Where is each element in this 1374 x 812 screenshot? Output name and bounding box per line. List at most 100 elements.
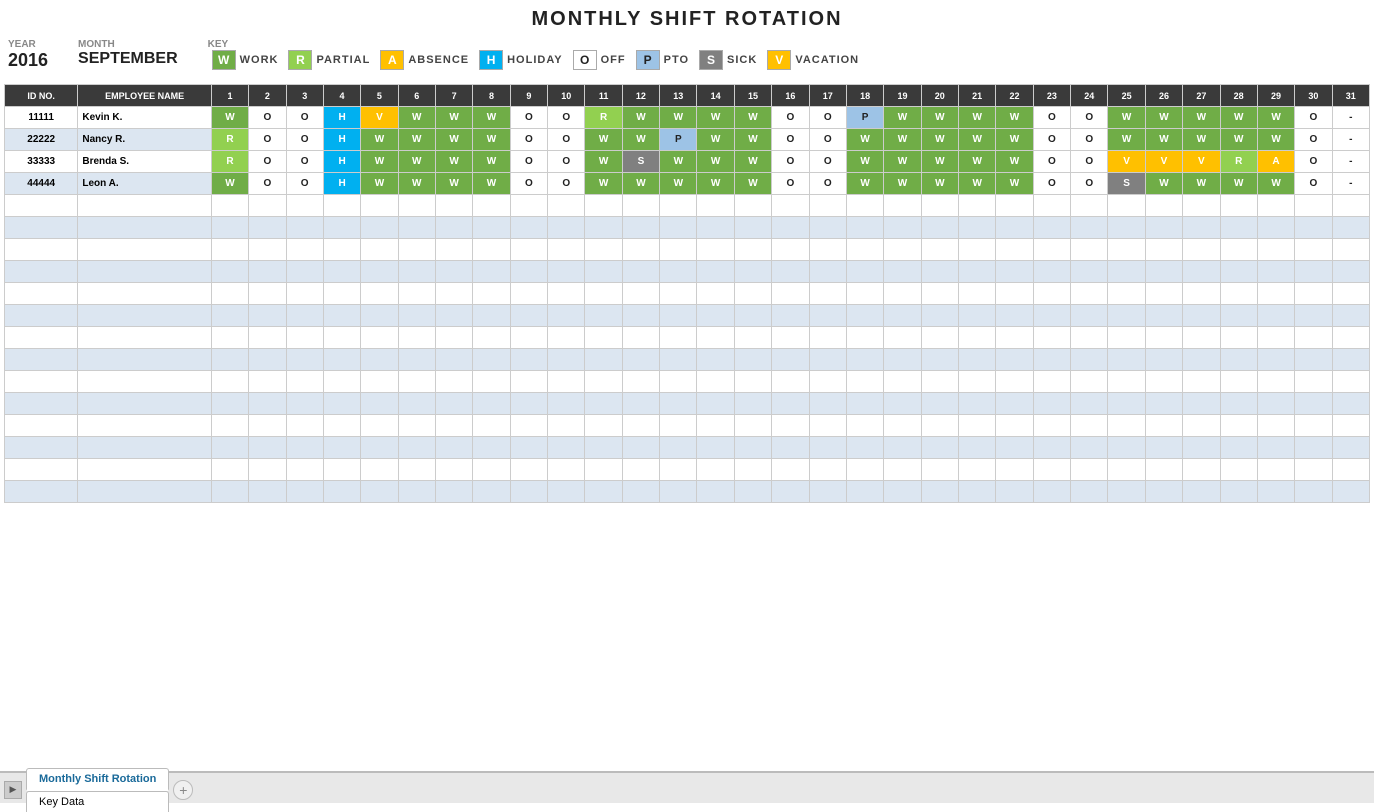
empty-cell — [1183, 349, 1220, 371]
col-header-day-3: 3 — [286, 85, 323, 107]
empty-cell — [249, 327, 286, 349]
empty-cell — [846, 393, 883, 415]
day-cell-11: W — [585, 129, 622, 151]
empty-cell — [1183, 371, 1220, 393]
col-header-day-5: 5 — [361, 85, 398, 107]
empty-cell — [510, 217, 547, 239]
empty-cell — [958, 239, 995, 261]
day-cell-28: W — [1220, 129, 1257, 151]
empty-cell — [249, 349, 286, 371]
empty-cell — [249, 195, 286, 217]
empty-cell — [1332, 349, 1369, 371]
empty-cell — [734, 393, 771, 415]
day-cell-12: W — [622, 107, 659, 129]
empty-cell — [435, 437, 472, 459]
empty-cell — [211, 217, 248, 239]
empty-cell — [5, 415, 78, 437]
table-row-empty — [5, 481, 1370, 503]
empty-cell — [361, 239, 398, 261]
empty-cell — [846, 195, 883, 217]
employee-name: Kevin K. — [78, 107, 211, 129]
tab-nav-button[interactable]: ▶ — [4, 781, 22, 799]
legend-label-p: PTO — [664, 54, 689, 66]
day-cell-6: W — [398, 173, 435, 195]
legend-label-r: PARTIAL — [316, 54, 370, 66]
empty-cell — [585, 195, 622, 217]
empty-cell — [1183, 459, 1220, 481]
day-cell-30: O — [1295, 107, 1332, 129]
empty-cell — [921, 481, 958, 503]
empty-cell — [622, 459, 659, 481]
key-label: KEY — [208, 39, 860, 50]
empty-cell — [1145, 261, 1182, 283]
empty-cell — [585, 393, 622, 415]
legend-item-s: S SICK — [699, 50, 757, 70]
empty-cell — [78, 305, 211, 327]
empty-cell — [78, 481, 211, 503]
empty-cell — [1183, 195, 1220, 217]
empty-cell — [1332, 437, 1369, 459]
legend-box-v: V — [767, 50, 791, 70]
month-group: MONTH SEPTEMBER — [78, 39, 178, 68]
empty-cell — [473, 195, 510, 217]
table-row-empty — [5, 371, 1370, 393]
empty-cell — [660, 371, 697, 393]
empty-cell — [435, 415, 472, 437]
empty-cell — [286, 349, 323, 371]
empty-cell — [211, 261, 248, 283]
empty-cell — [585, 437, 622, 459]
empty-cell — [548, 481, 585, 503]
empty-cell — [1220, 217, 1257, 239]
empty-cell — [846, 371, 883, 393]
empty-cell — [1183, 283, 1220, 305]
legend-item-a: A ABSENCE — [380, 50, 469, 70]
empty-cell — [884, 195, 921, 217]
empty-cell — [1145, 195, 1182, 217]
empty-cell — [1033, 217, 1070, 239]
day-cell-13: W — [660, 107, 697, 129]
empty-cell — [1183, 393, 1220, 415]
col-header-day-27: 27 — [1183, 85, 1220, 107]
legend-box-h: H — [479, 50, 503, 70]
empty-cell — [286, 239, 323, 261]
empty-cell — [78, 437, 211, 459]
empty-cell — [286, 305, 323, 327]
empty-cell — [884, 349, 921, 371]
col-header-day-20: 20 — [921, 85, 958, 107]
empty-cell — [5, 195, 78, 217]
empty-cell — [660, 217, 697, 239]
day-cell-23: O — [1033, 129, 1070, 151]
day-cell-29: W — [1257, 107, 1294, 129]
empty-cell — [772, 283, 809, 305]
empty-cell — [1295, 459, 1332, 481]
empty-cell — [921, 261, 958, 283]
empty-cell — [5, 371, 78, 393]
tab-key-data[interactable]: Key Data — [26, 791, 169, 812]
empty-cell — [1295, 415, 1332, 437]
empty-cell — [1220, 349, 1257, 371]
col-header-day-21: 21 — [958, 85, 995, 107]
day-cell-13: P — [660, 129, 697, 151]
empty-cell — [1295, 217, 1332, 239]
day-cell-12: W — [622, 173, 659, 195]
empty-cell — [398, 327, 435, 349]
empty-cell — [846, 261, 883, 283]
empty-cell — [697, 195, 734, 217]
empty-cell — [1332, 239, 1369, 261]
empty-cell — [697, 349, 734, 371]
empty-cell — [510, 371, 547, 393]
empty-cell — [734, 327, 771, 349]
empty-cell — [473, 239, 510, 261]
empty-cell — [921, 195, 958, 217]
tab-add-button[interactable]: + — [173, 780, 193, 800]
empty-cell — [5, 327, 78, 349]
empty-cell — [622, 195, 659, 217]
empty-cell — [510, 305, 547, 327]
empty-cell — [734, 349, 771, 371]
empty-cell — [323, 217, 360, 239]
empty-cell — [660, 239, 697, 261]
tab-monthly-shift-rotation[interactable]: Monthly Shift Rotation — [26, 768, 169, 791]
day-cell-16: O — [772, 151, 809, 173]
empty-cell — [1145, 349, 1182, 371]
employee-id: 44444 — [5, 173, 78, 195]
